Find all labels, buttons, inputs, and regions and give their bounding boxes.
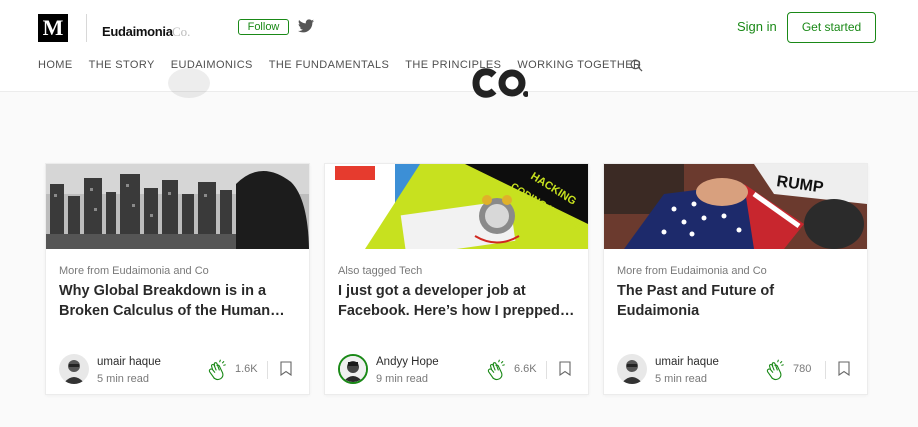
- clap-count[interactable]: 1.6K: [235, 363, 258, 375]
- clap-icon[interactable]: [206, 359, 228, 381]
- story-kicker[interactable]: More from Eudaimonia and Co: [617, 265, 767, 277]
- nav-item-the-principles[interactable]: THE PRINCIPLES: [405, 59, 501, 71]
- site-header: M Eudaimonia Co. Follow Sign in Get star…: [0, 0, 918, 98]
- story-image[interactable]: [46, 164, 309, 249]
- story-image[interactable]: RUMP: [604, 164, 867, 249]
- nav-item-working-together[interactable]: WORKING TOGETHER: [517, 59, 641, 71]
- signin-link[interactable]: Sign in: [737, 19, 777, 34]
- publication-suffix[interactable]: Co.: [172, 24, 190, 40]
- publication-name[interactable]: Eudaimonia: [102, 24, 173, 39]
- story-title[interactable]: The Past and Future of Eudaimonia: [617, 281, 857, 321]
- stat-divider: [546, 361, 547, 379]
- story-title[interactable]: Why Global Breakdown is in a Broken Calc…: [59, 281, 299, 321]
- bookmark-icon[interactable]: [280, 361, 292, 376]
- story-kicker[interactable]: Also tagged Tech: [338, 265, 422, 277]
- clap-icon[interactable]: [485, 359, 507, 381]
- bookmark-icon[interactable]: [559, 361, 571, 376]
- avatar[interactable]: [338, 354, 368, 384]
- author-name[interactable]: umair haque: [97, 356, 161, 368]
- read-time: 5 min read: [97, 373, 149, 385]
- ghost-avatar: [168, 68, 210, 98]
- read-time: 9 min read: [376, 373, 428, 385]
- author-name[interactable]: umair haque: [655, 356, 719, 368]
- twitter-icon[interactable]: [298, 19, 314, 33]
- story-card[interactable]: More from Eudaimonia and Co Why Global B…: [45, 163, 310, 395]
- read-time: 5 min read: [655, 373, 707, 385]
- clap-count[interactable]: 6.6K: [514, 363, 537, 375]
- story-card[interactable]: RUMP More from Eudaimonia and Co The Pas…: [603, 163, 868, 395]
- story-title[interactable]: I just got a developer job at Facebook. …: [338, 281, 578, 321]
- story-image[interactable]: HACKING CODING INTERVIEW: [325, 164, 588, 249]
- publication-nav: HOME THE STORY EUDAIMONICS THE FUNDAMENT…: [38, 59, 657, 71]
- search-icon[interactable]: [630, 59, 643, 72]
- stat-divider: [267, 361, 268, 379]
- nav-item-the-story[interactable]: THE STORY: [89, 59, 155, 71]
- nav-item-eudaimonics[interactable]: EUDAIMONICS: [171, 59, 253, 71]
- get-started-button[interactable]: Get started: [787, 12, 876, 43]
- clap-count[interactable]: 780: [793, 363, 811, 375]
- nav-item-the-fundamentals[interactable]: THE FUNDAMENTALS: [269, 59, 389, 71]
- logo-divider: [86, 14, 87, 42]
- story-kicker[interactable]: More from Eudaimonia and Co: [59, 265, 209, 277]
- bookmark-icon[interactable]: [838, 361, 850, 376]
- nav-item-home[interactable]: HOME: [38, 59, 73, 71]
- stat-divider: [825, 361, 826, 379]
- avatar[interactable]: [617, 354, 647, 384]
- medium-logo[interactable]: M: [38, 14, 68, 42]
- author-name[interactable]: Andyy Hope: [376, 356, 439, 368]
- avatar[interactable]: [59, 354, 89, 384]
- story-card[interactable]: HACKING CODING INTERVIEW Also tagged Tec…: [324, 163, 589, 395]
- clap-icon[interactable]: [764, 359, 786, 381]
- follow-button[interactable]: Follow: [238, 19, 289, 35]
